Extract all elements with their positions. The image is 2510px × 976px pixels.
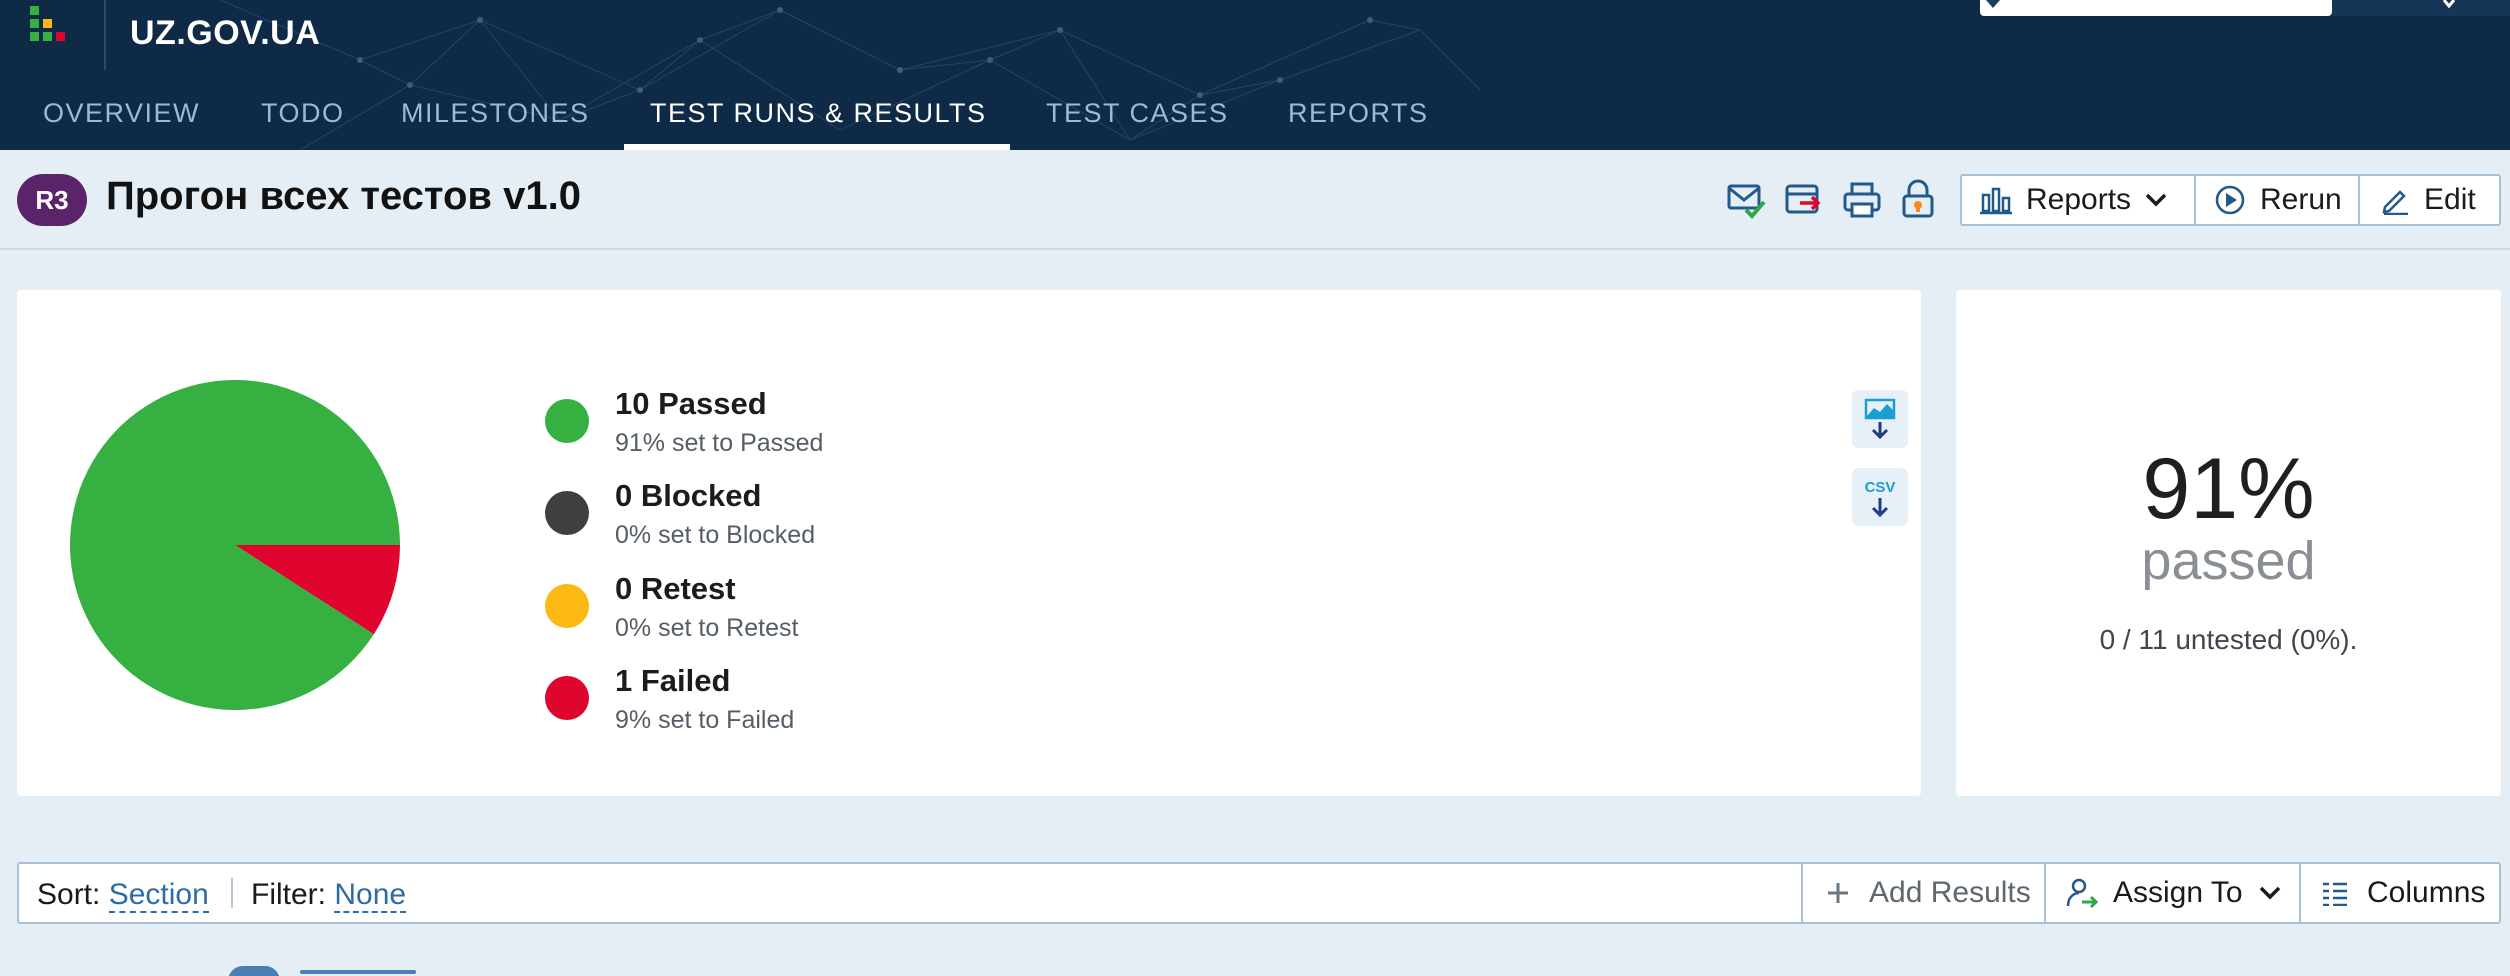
search-caret-icon — [1986, 0, 2000, 8]
pass-percentage: 91% — [2142, 441, 2315, 537]
tab-milestones[interactable]: MILESTONES — [401, 98, 590, 129]
assign-to-dropdown-button[interactable]: Assign To — [2065, 864, 2281, 922]
add-results-label: Add Results — [1869, 876, 2031, 909]
chevron-down-icon — [2145, 193, 2167, 207]
legend-passed-dot — [545, 399, 589, 443]
edit-button-label: Edit — [2424, 183, 2476, 216]
reports-dropdown-button[interactable]: Reports — [1980, 176, 2167, 224]
sort-control: Sort: Section — [37, 878, 209, 913]
assign-user-icon — [2066, 878, 2099, 909]
app-header: UZ.GOV.UA OVERVIEW TODO MILESTONES TEST … — [0, 0, 2510, 150]
filter-value-link[interactable]: None — [334, 878, 407, 913]
user-menu-chevron-icon — [2442, 0, 2456, 9]
main-navigation: OVERVIEW TODO MILESTONES TEST RUNS & RES… — [0, 88, 1600, 150]
filter-label: Filter: — [251, 878, 326, 911]
pie-slice-passed — [70, 380, 400, 710]
pass-percentage-label: passed — [2141, 531, 2316, 591]
legend-blocked-dot — [545, 491, 589, 535]
sort-value-link[interactable]: Section — [108, 878, 209, 913]
rerun-button[interactable]: Rerun — [2214, 176, 2342, 224]
project-name[interactable]: UZ.GOV.UA — [130, 14, 320, 53]
button-separator — [2358, 176, 2360, 224]
rerun-button-label: Rerun — [2260, 183, 2342, 216]
pencil-icon — [2382, 190, 2408, 215]
tab-overview[interactable]: OVERVIEW — [43, 98, 200, 129]
section-count-badge — [228, 966, 280, 976]
section-link-underline — [300, 970, 416, 974]
export-icon[interactable] — [1784, 178, 1824, 222]
sort-filter-divider — [231, 878, 233, 908]
legend-blocked-subtitle: 0% set to Blocked — [615, 521, 816, 549]
assign-to-label: Assign To — [2113, 876, 2243, 909]
tab-test-runs-results[interactable]: TEST RUNS & RESULTS — [650, 98, 987, 129]
toolbar-separator — [2299, 864, 2301, 922]
legend-failed-dot — [545, 676, 589, 720]
print-icon[interactable] — [1842, 178, 1882, 222]
button-separator — [2194, 176, 2196, 224]
mail-check-icon[interactable] — [1726, 178, 1766, 222]
legend-retest-title: 0 Retest — [615, 571, 736, 606]
columns-label: Columns — [2367, 876, 2486, 909]
run-id-badge: R3 — [17, 174, 87, 226]
page-title: Прогон всех тестов v1.0 — [106, 174, 581, 218]
download-csv-button[interactable]: CSV — [1852, 468, 1908, 526]
tab-reports[interactable]: REPORTS — [1288, 98, 1429, 129]
download-chart-icon — [1864, 398, 1896, 440]
toolbar-separator — [1801, 864, 1803, 922]
search-input[interactable] — [1980, 0, 2332, 16]
untested-summary: 0 / 11 untested (0%). — [2099, 624, 2358, 655]
csv-label: CSV — [1865, 479, 1896, 496]
user-menu[interactable] — [2332, 0, 2510, 16]
tab-todo[interactable]: TODO — [261, 98, 345, 129]
add-results-button[interactable]: Add Results — [1825, 864, 2031, 922]
run-actions-group: Reports Rerun Edit — [1960, 174, 2501, 226]
columns-icon — [2323, 882, 2347, 906]
legend-blocked-title: 0 Blocked — [615, 478, 762, 513]
plus-icon — [1828, 883, 1848, 903]
columns-button[interactable]: Columns — [2321, 864, 2485, 922]
app-logo-icon[interactable] — [30, 6, 74, 46]
sort-label: Sort: — [37, 878, 101, 911]
results-pie-chart — [70, 380, 400, 710]
legend-failed-title: 1 Failed — [615, 663, 731, 698]
tab-test-cases[interactable]: TEST CASES — [1046, 98, 1229, 129]
play-circle-icon — [2215, 185, 2245, 215]
toolbar-separator — [2044, 864, 2046, 922]
edit-button[interactable]: Edit — [2380, 176, 2476, 224]
results-toolbar: Sort: Section Filter: None Add Results A… — [17, 862, 2501, 924]
bar-chart-icon — [1980, 187, 2012, 215]
lock-icon[interactable] — [1898, 178, 1938, 222]
download-csv-icon: CSV — [1865, 479, 1896, 518]
download-chart-button[interactable] — [1852, 390, 1908, 448]
legend-failed-subtitle: 9% set to Failed — [615, 706, 795, 734]
legend-retest-dot — [545, 584, 589, 628]
brand-divider — [104, 0, 106, 70]
legend-passed-subtitle: 91% set to Passed — [615, 429, 824, 457]
legend-passed-title: 10 Passed — [615, 386, 767, 421]
chevron-down-icon — [2259, 886, 2280, 900]
run-title-bar: R3 Прогон всех тестов v1.0 Reports Rerun… — [0, 150, 2510, 250]
reports-button-label: Reports — [2026, 183, 2132, 216]
legend-retest-subtitle: 0% set to Retest — [615, 614, 799, 642]
filter-control: Filter: None — [251, 878, 407, 913]
